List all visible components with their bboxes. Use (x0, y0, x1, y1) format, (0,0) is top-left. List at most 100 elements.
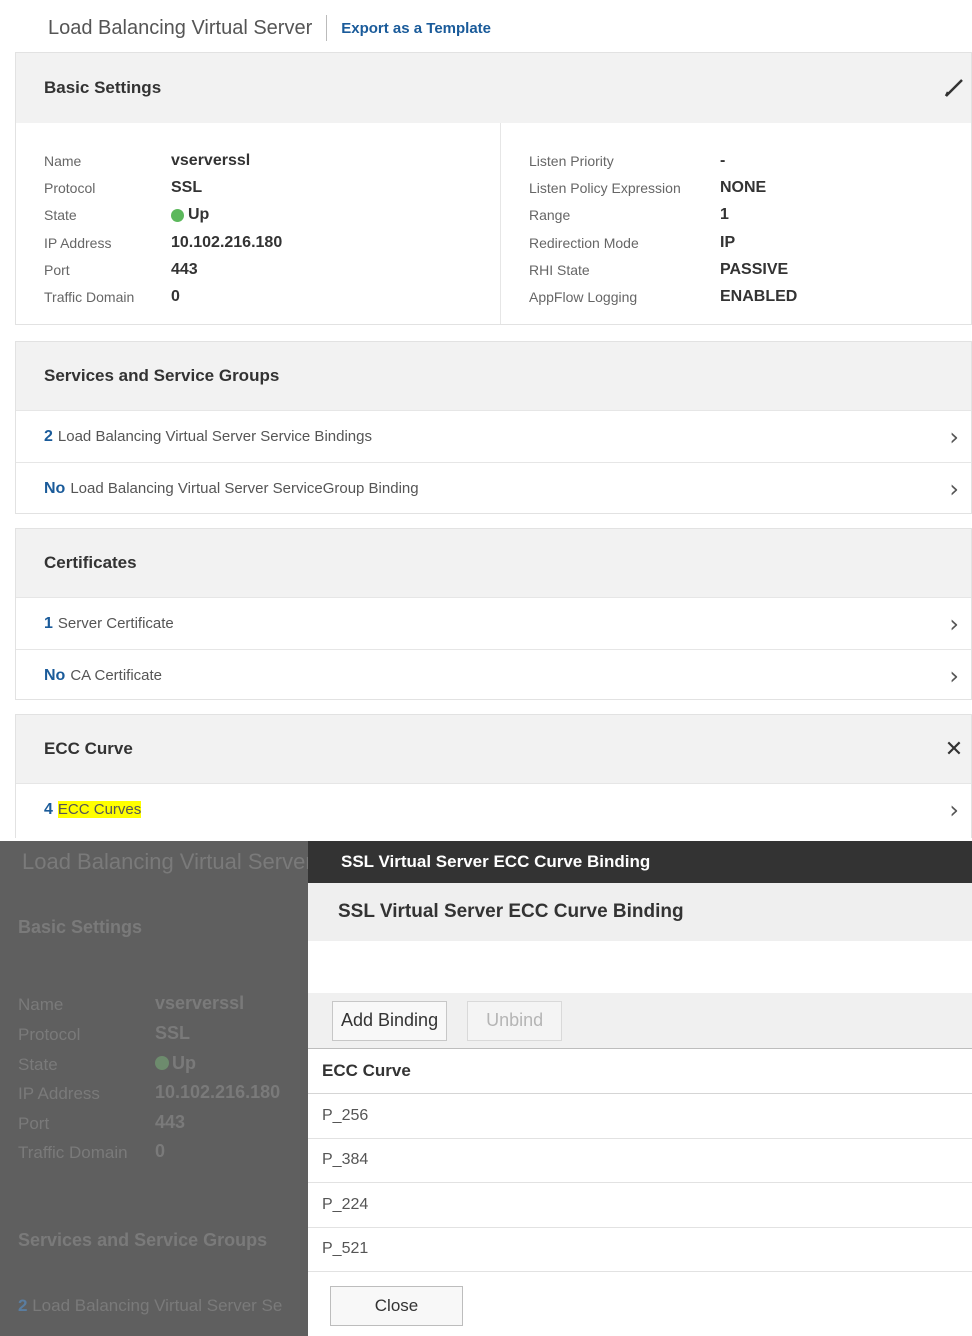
setting-key: Range (529, 207, 571, 224)
bg-value: vserverssl (155, 993, 245, 1013)
chevron-right-icon: › (949, 422, 959, 451)
setting-value: NONE (720, 178, 767, 196)
setting-row: Port 443 (44, 256, 500, 283)
setting-row: Range 1 (529, 202, 971, 229)
setting-key: Traffic Domain (44, 289, 135, 306)
bg-page-title: Load Balancing Virtual Server (22, 849, 313, 874)
setting-row: Listen Policy Expression NONE (529, 174, 971, 201)
setting-row: IP Address 10.102.216.180 (44, 229, 500, 256)
bg-key: Protocol (18, 1025, 81, 1044)
table-row[interactable]: P_224 (308, 1183, 972, 1228)
setting-row: Traffic Domain 0 (44, 283, 500, 310)
pencil-icon[interactable] (941, 75, 967, 101)
ecc-curves-link[interactable]: 4 ECC Curves › (16, 783, 971, 835)
export-template-link[interactable]: Export as a Template (341, 20, 491, 37)
ca-certificate-link[interactable]: No CA Certificate › (16, 649, 971, 701)
basic-settings-header: Basic Settings (16, 53, 971, 123)
setting-key: Protocol (44, 179, 96, 196)
dialog-titlebar: SSL Virtual Server ECC Curve Binding (308, 841, 972, 883)
link-count: No (44, 479, 66, 497)
chevron-right-icon: › (949, 474, 959, 503)
chevron-right-icon: › (949, 795, 959, 824)
link-count: No (44, 666, 66, 684)
vserver-details-view: Load Balancing Virtual Server Export as … (0, 0, 972, 838)
bg-value: Up (172, 1053, 196, 1073)
setting-row: Name vserverssl (44, 147, 500, 174)
setting-key: Port (44, 261, 70, 278)
setting-row: RHI State PASSIVE (529, 256, 971, 283)
bg-link: 2 Load Balancing Virtual Server Se (18, 1296, 282, 1316)
link-label: Load Balancing Virtual Server ServiceGro… (70, 480, 419, 497)
table-row[interactable]: P_384 (308, 1139, 972, 1183)
services-header: Services and Service Groups (16, 342, 971, 410)
setting-value: IP (720, 233, 736, 251)
add-binding-button[interactable]: Add Binding (332, 1000, 448, 1041)
ecc-curve-column-header[interactable]: ECC Curve (308, 1049, 972, 1094)
services-title: Services and Service Groups (44, 366, 280, 385)
bg-key: IP Address (18, 1084, 100, 1103)
dialog-subtitle: SSL Virtual Server ECC Curve Binding (338, 901, 684, 922)
link-label-highlighted: ECC Curves (57, 801, 142, 818)
setting-key: Redirection Mode (529, 234, 639, 251)
basic-settings-right: Listen Priority - Listen Policy Expressi… (501, 123, 971, 324)
unbind-button[interactable]: Unbind (467, 1000, 563, 1041)
servicegroup-binding-link[interactable]: No Load Balancing Virtual Server Service… (16, 462, 971, 514)
link-count: 1 (44, 614, 53, 632)
setting-value: vserverssl (171, 151, 251, 169)
bg-link-count: 2 (18, 1296, 28, 1315)
setting-key: Name (44, 152, 82, 169)
state-value: Up (171, 206, 209, 224)
setting-value: PASSIVE (720, 260, 789, 278)
service-bindings-link[interactable]: 2 Load Balancing Virtual Server Service … (16, 410, 971, 462)
bg-key: Name (18, 995, 64, 1014)
close-button[interactable]: Close (330, 1286, 463, 1326)
header-divider (326, 15, 328, 41)
dialog-spacer (308, 941, 972, 993)
bg-status-icon (155, 1056, 169, 1070)
setting-row: Redirection Mode IP (529, 229, 971, 256)
ecc-curve-title: ECC Curve (44, 739, 133, 758)
basic-settings-panel: Basic Settings Name vserverssl Protocol … (15, 52, 972, 325)
link-label: Load Balancing Virtual Server Service Bi… (57, 428, 372, 445)
certificates-panel: Certificates 1 Server Certificate › No C… (15, 528, 972, 700)
bg-services-title: Services and Service Groups (18, 1230, 268, 1250)
ecc-curve-panel: ECC Curve ✕ 4 ECC Curves › (15, 714, 972, 838)
bg-key: Traffic Domain (18, 1143, 128, 1162)
link-label: Server Certificate (57, 615, 174, 632)
dialog-title: SSL Virtual Server ECC Curve Binding (341, 852, 651, 871)
setting-row: AppFlow Logging ENABLED (529, 283, 971, 310)
certificates-header: Certificates (16, 529, 971, 597)
bg-key: Port (18, 1114, 50, 1133)
setting-value: 10.102.216.180 (171, 233, 283, 251)
page-title: Load Balancing Virtual Server (48, 16, 313, 39)
bg-value: 10.102.216.180 (155, 1082, 281, 1102)
setting-value: 443 (171, 260, 198, 278)
close-icon[interactable]: ✕ (941, 736, 967, 762)
bg-value: 0 (155, 1141, 166, 1161)
server-certificate-link[interactable]: 1 Server Certificate › (16, 597, 971, 649)
dialog-subheader: SSL Virtual Server ECC Curve Binding (308, 883, 972, 941)
setting-value: 1 (720, 206, 729, 224)
setting-value: SSL (171, 178, 203, 196)
ecc-binding-view: Load Balancing Virtual Server Basic Sett… (0, 841, 972, 1336)
bg-state: Up (155, 1053, 196, 1074)
state-text: Up (188, 206, 210, 224)
services-panel: Services and Service Groups 2 Load Balan… (15, 341, 972, 514)
setting-value: 0 (171, 288, 180, 306)
bg-basic-title: Basic Settings (18, 917, 143, 937)
table-row[interactable]: P_256 (308, 1094, 972, 1139)
table-row[interactable]: P_521 (308, 1228, 972, 1272)
ecc-curve-header: ECC Curve ✕ (16, 715, 971, 783)
bg-value: 443 (155, 1112, 186, 1132)
status-up-icon (171, 208, 184, 222)
certificates-title: Certificates (44, 553, 137, 572)
chevron-right-icon: › (949, 661, 959, 690)
bg-value: SSL (155, 1023, 191, 1043)
link-label: CA Certificate (70, 667, 163, 684)
setting-value: ENABLED (720, 288, 798, 306)
page-header: Load Balancing Virtual Server Export as … (48, 12, 491, 44)
dialog-toolbar: Add Binding Unbind (308, 993, 972, 1049)
ecc-binding-dialog: SSL Virtual Server ECC Curve Binding SSL… (308, 841, 972, 1336)
dimmed-background: Load Balancing Virtual Server Basic Sett… (0, 841, 313, 1336)
setting-row: Listen Priority - (529, 147, 971, 174)
